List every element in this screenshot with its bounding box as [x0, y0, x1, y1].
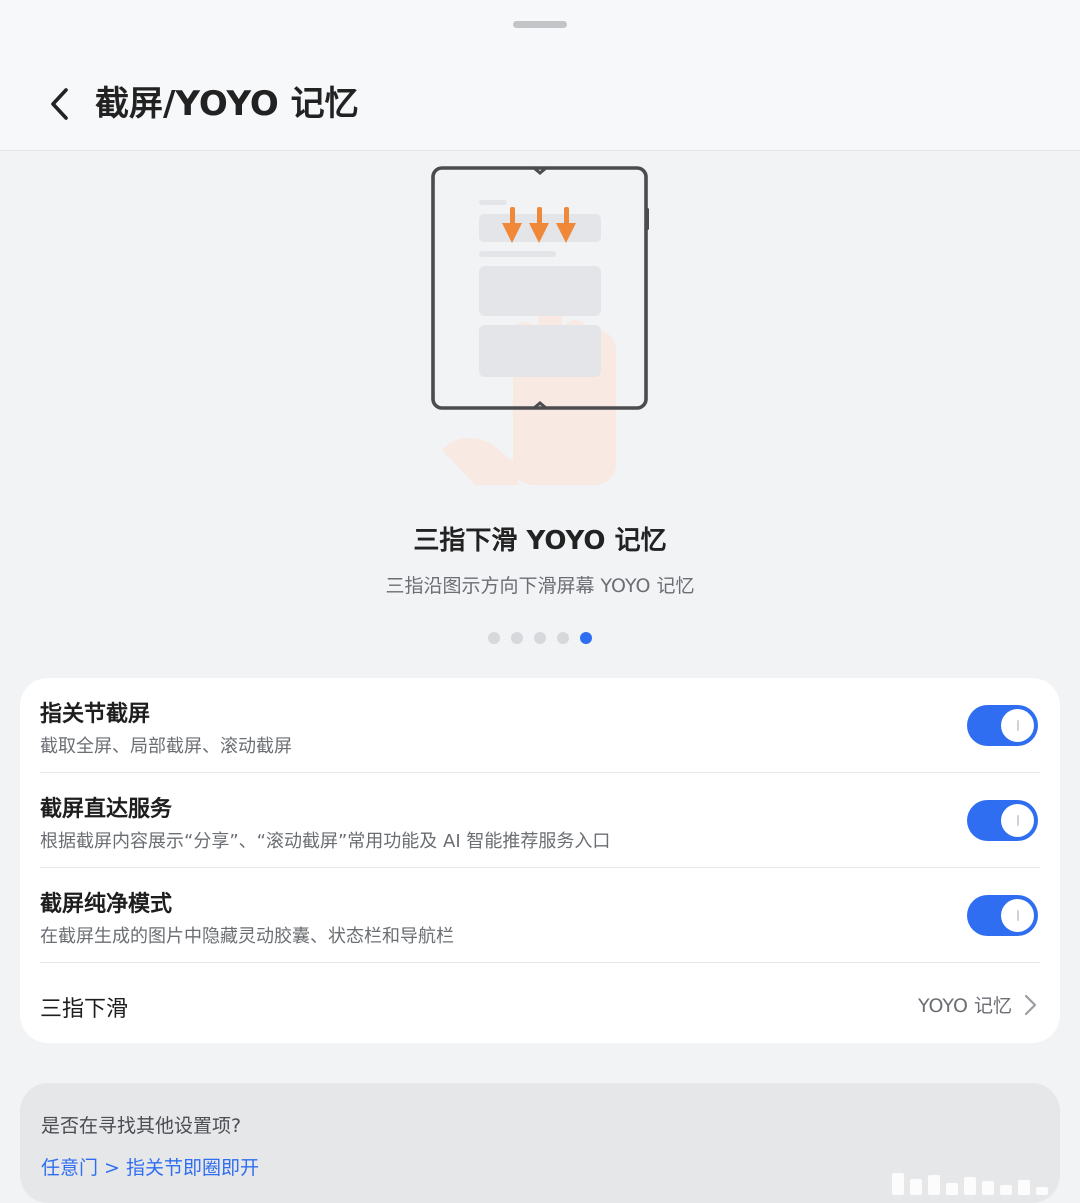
three-finger-swipe-illustration: [431, 166, 649, 485]
watermark-decoration: [892, 1173, 1048, 1195]
page-dot[interactable]: [511, 632, 523, 644]
chevron-right-icon: [1024, 994, 1037, 1016]
header-bar: 截屏/YOYO 记忆: [0, 0, 1080, 151]
screenshot-direct-service-row[interactable]: 截屏直达服务 根据截屏内容展示“分享”、“滚动截屏”常用功能及 AI 智能推荐服…: [20, 773, 1060, 868]
help-link[interactable]: 任意门 > 指关节即圈即开: [41, 1153, 259, 1180]
setting-value: YOYO 记忆: [917, 995, 1012, 1017]
page-dot[interactable]: [557, 632, 569, 644]
help-question: 是否在寻找其他设置项?: [41, 1115, 242, 1137]
chevron-left-icon: [51, 88, 68, 120]
swipe-down-arrows-icon: [502, 207, 576, 243]
three-finger-swipe-row[interactable]: 三指下滑 YOYO 记忆: [20, 963, 1060, 1043]
screenshot-pure-mode-row[interactable]: 截屏纯净模式 在截屏生成的图片中隐藏灵动胶囊、状态栏和导航栏: [20, 868, 1060, 963]
setting-subtitle: 根据截屏内容展示“分享”、“滚动截屏”常用功能及 AI 智能推荐服务入口: [40, 831, 611, 852]
toggle-knob: [1001, 804, 1034, 837]
setting-title: 截屏直达服务: [40, 797, 173, 822]
setting-title: 截屏纯净模式: [40, 892, 173, 917]
direct-service-toggle[interactable]: [967, 800, 1038, 841]
toggle-knob: [1001, 709, 1034, 742]
page-title: 截屏/YOYO 记忆: [95, 84, 359, 124]
setting-title: 三指下滑: [40, 997, 129, 1022]
carousel-pagination[interactable]: [0, 632, 1080, 644]
page-dot-active[interactable]: [580, 632, 592, 644]
knuckle-screenshot-row[interactable]: 指关节截屏 截取全屏、局部截屏、滚动截屏: [20, 678, 1060, 773]
setting-title: 指关节截屏: [40, 702, 151, 727]
page-dot[interactable]: [534, 632, 546, 644]
toggle-knob: [1001, 899, 1034, 932]
help-card: 是否在寻找其他设置项? 任意门 > 指关节即圈即开: [20, 1083, 1060, 1203]
settings-card: 指关节截屏 截取全屏、局部截屏、滚动截屏 截屏直达服务 根据截屏内容展示“分享”…: [20, 678, 1060, 1043]
pure-mode-toggle[interactable]: [967, 895, 1038, 936]
page-dot[interactable]: [488, 632, 500, 644]
carousel-slide-title: 三指下滑 YOYO 记忆: [413, 526, 667, 556]
knuckle-screenshot-toggle[interactable]: [967, 705, 1038, 746]
setting-subtitle: 截取全屏、局部截屏、滚动截屏: [40, 736, 292, 757]
drag-handle[interactable]: [513, 21, 567, 28]
setting-subtitle: 在截屏生成的图片中隐藏灵动胶囊、状态栏和导航栏: [40, 926, 454, 947]
carousel-slide-description: 三指沿图示方向下滑屏幕 YOYO 记忆: [385, 575, 695, 597]
back-button[interactable]: [36, 80, 84, 128]
